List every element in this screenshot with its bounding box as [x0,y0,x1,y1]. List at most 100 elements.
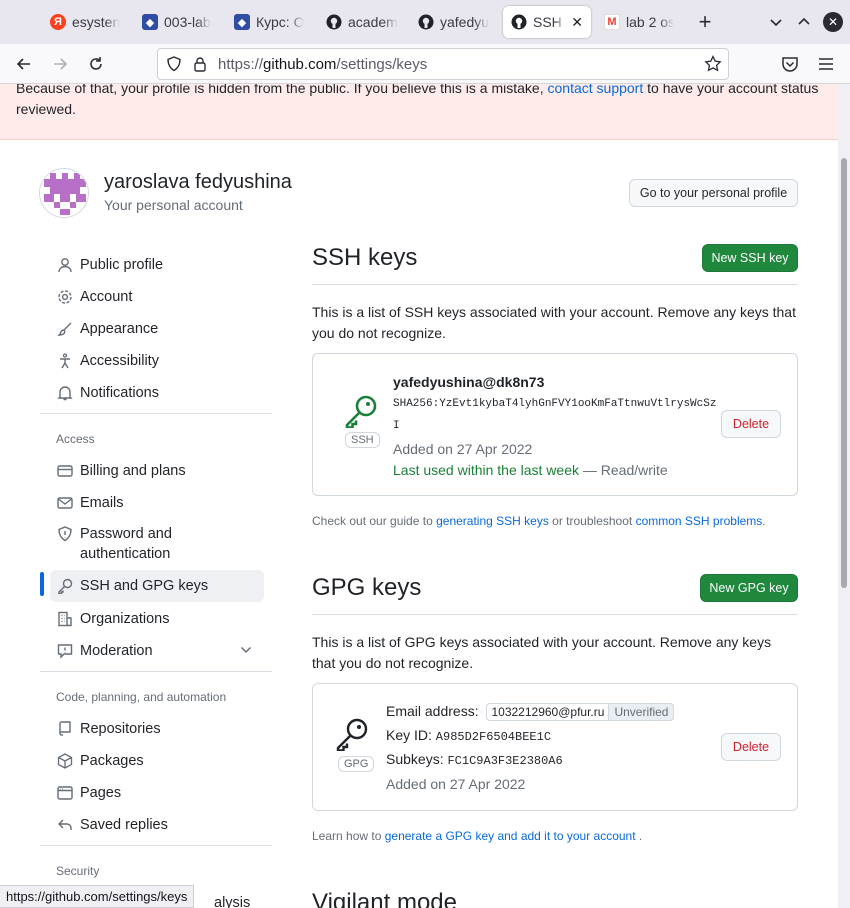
account-flagged-banner: Because of that, your profile is hidden … [0,84,838,140]
credit-card-icon [50,463,80,479]
sidebar-item-label: Packages [80,753,144,769]
sidebar-item-repositories[interactable]: Repositories [50,714,264,744]
key-icon [344,394,378,433]
new-tab-button[interactable]: + [693,9,717,34]
user-display-name[interactable]: yaroslava fedyushina [104,171,292,194]
sidebar-item-label: Accessibility [80,353,159,369]
sidebar-item-notifications[interactable]: Notifications [50,378,264,408]
new-gpg-key-button[interactable]: New GPG key [700,574,798,602]
url-domain: github.com [263,56,337,73]
sidebar-item-label: Saved replies [80,817,168,833]
sidebar-item-emails[interactable]: Emails [50,488,264,518]
browser-tab[interactable]: Я esysten [42,6,128,38]
sidebar-item-appearance[interactable]: Appearance [50,314,264,344]
sidebar-divider [40,845,272,846]
avatar[interactable] [39,168,89,218]
sidebar-item-label: Emails [80,495,124,511]
window-close-icon[interactable]: ✕ [823,12,843,32]
sidebar-item-moderation[interactable]: Moderation [50,636,264,666]
sidebar-item-organizations[interactable]: Organizations [50,604,264,634]
browser-tab-active[interactable]: SSH a ✕ [503,6,591,38]
reload-icon[interactable] [84,52,108,76]
url-text[interactable]: https://github.com/settings/keys [218,56,427,73]
common-ssh-problems-link[interactable]: common SSH problems [636,514,763,528]
account-type-label: Your personal account [104,197,243,213]
sidebar-item-label: Organizations [80,611,170,627]
scrollbar-thumb[interactable] [841,158,847,588]
gpg-help-note: Learn how to generate a GPG key and add … [312,829,642,843]
ssh-help-note: Check out our guide to generating SSH ke… [312,514,766,528]
gpg-subkeys-row: Subkeys: FC1C9A3F3E2380A6 [386,751,563,768]
sidebar-item-label: Moderation [80,643,153,659]
tracking-shield-icon[interactable] [166,56,182,77]
ssh-key-access-level: — Read/write [582,462,668,478]
sidebar-item-packages[interactable]: Packages [50,746,264,776]
menu-hamburger-icon[interactable] [814,52,838,76]
generating-ssh-keys-link[interactable]: generating SSH keys [436,514,549,528]
sidebar-item-label: Appearance [80,321,159,337]
sidebar-item-ssh-gpg-keys[interactable]: SSH and GPG keys [50,570,264,602]
sidebar-item-password-authentication[interactable]: Password and authentication [50,524,264,566]
unverified-badge: Unverified [609,703,675,721]
browser-tab[interactable]: M lab 2 os [596,6,682,38]
github-favicon-icon [511,14,527,30]
delete-ssh-key-button[interactable]: Delete [721,410,781,438]
contact-support-link[interactable]: contact support [548,84,644,96]
ssh-key-card: SSH yafedyushina@dk8n73 SHA256:YzEvt1kyb… [312,353,798,496]
sidebar-item-account[interactable]: Account [50,282,264,312]
sidebar-selected-indicator [40,572,44,596]
tab-close-icon[interactable]: ✕ [571,14,583,31]
gpg-subkeys-label: Subkeys: [386,751,444,767]
url-scheme: https:// [218,56,264,73]
generate-gpg-key-link[interactable]: generate a GPG key and add it to your ac… [385,829,636,843]
sidebar-heading-code-planning: Code, planning, and automation [56,690,227,704]
gpg-keys-description: This is a list of GPG keys associated wi… [312,634,772,671]
browser-tab[interactable]: ◆ 003-lab [134,6,222,38]
note-text: . [638,829,643,843]
browser-tab[interactable]: academ [318,6,406,38]
back-arrow-icon[interactable] [12,52,36,76]
repo-icon [50,721,80,737]
sidebar-item-label: SSH and GPG keys [80,578,209,594]
gpg-key-email-row: Email address: 1032212960@pfur.ru Unverif… [386,703,675,721]
pocket-icon[interactable] [778,52,802,76]
sidebar-item-accessibility[interactable]: Accessibility [50,346,264,376]
tab-label: academ [348,14,398,30]
key-icon [335,717,369,756]
bookmark-star-icon[interactable] [704,54,722,78]
sidebar-item-label-line2: authentication [80,546,171,562]
note-text: Check out our guide to [312,514,433,528]
browser-icon [50,785,80,801]
package-icon [50,753,80,769]
list-tabs-chevron-down-icon[interactable] [764,10,788,34]
gpg-keyid-label: Key ID: [386,727,432,743]
ssh-keys-heading: SSH keys [312,244,418,271]
sidebar-item-label: Pages [80,785,122,801]
sidebar-item-label: Repositories [80,721,161,737]
browser-tab[interactable]: ◆ Курс: O [226,6,314,38]
gpg-key-added-date: Added on 27 Apr 2022 [386,776,526,792]
go-to-profile-button[interactable]: Go to your personal profile [629,179,798,207]
section-divider [312,614,798,615]
sidebar-item-pages[interactable]: Pages [50,778,264,808]
paintbrush-icon [50,321,80,337]
lock-icon[interactable] [193,56,207,77]
chevron-down-icon[interactable] [240,644,252,660]
browser-tab[interactable]: yafedyu [410,6,498,38]
delete-gpg-key-button[interactable]: Delete [721,733,781,761]
sidebar-divider [40,413,272,414]
ssh-key-usage: Last used within the last week — Read/wr… [393,462,668,478]
address-bar[interactable]: https://github.com/settings/keys [157,48,729,80]
url-path: /settings/keys [336,56,428,73]
sidebar-item-public-profile[interactable]: Public profile [50,250,264,280]
gpg-key-id-row: Key ID: A985D2F6504BEE1C [386,727,551,744]
new-ssh-key-button[interactable]: New SSH key [702,244,798,272]
minimize-chevron-up-icon[interactable] [792,10,816,34]
gpg-keys-heading: GPG keys [312,574,422,601]
sidebar-item-saved-replies[interactable]: Saved replies [50,810,264,840]
forward-arrow-icon[interactable] [48,52,72,76]
sidebar-item-billing[interactable]: Billing and plans [50,456,264,486]
browser-nav-bar: https://github.com/settings/keys [0,44,850,84]
settings-page: Because of that, your profile is hidden … [0,84,838,908]
ssh-key-last-used: Last used within the last week [393,462,579,478]
